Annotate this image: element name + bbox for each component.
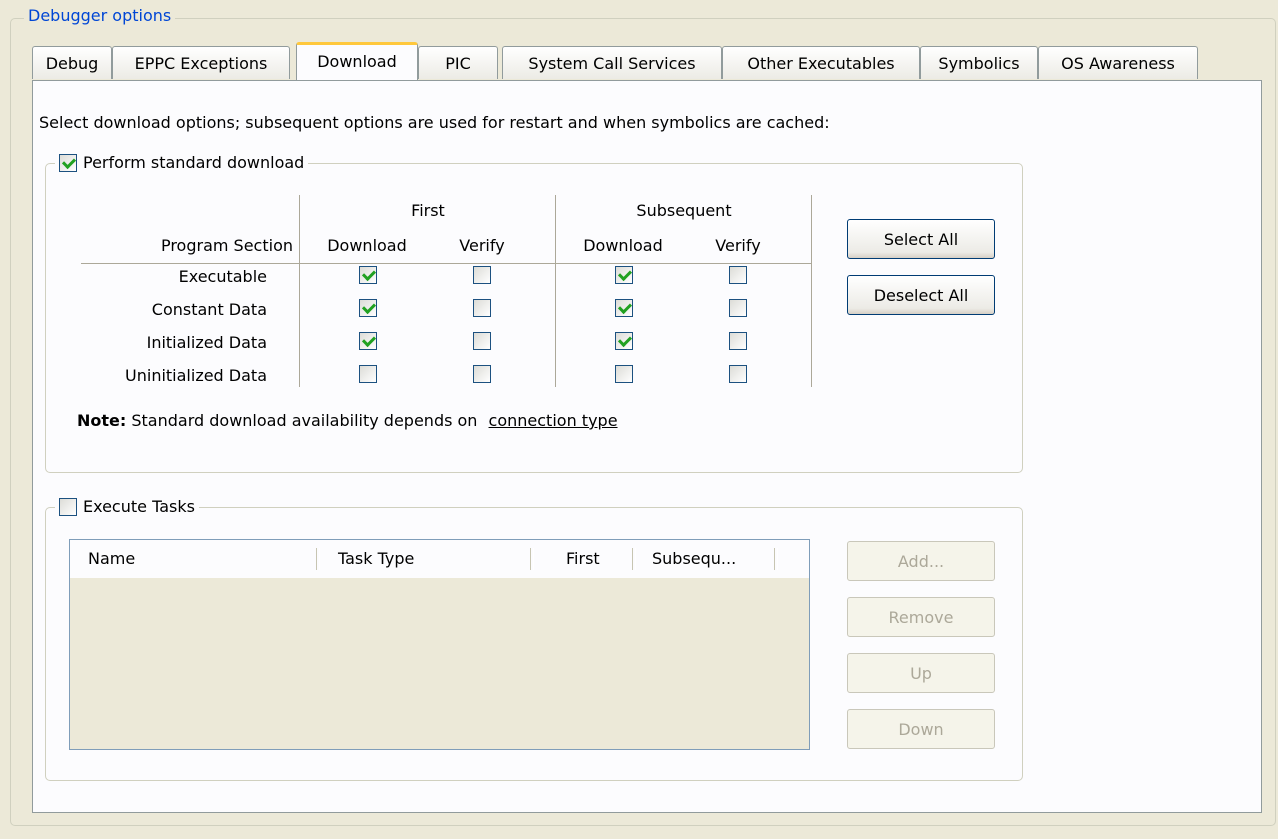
- sub-download-header: Download: [583, 236, 663, 255]
- download-tab-panel: Select download options; subsequent opti…: [32, 80, 1262, 813]
- tab-download[interactable]: Download: [296, 42, 418, 80]
- executable-sub-verify-checkbox[interactable]: [729, 266, 747, 284]
- constant-data-first-download-checkbox[interactable]: [359, 299, 377, 317]
- program-section-header: Program Section: [160, 236, 293, 255]
- add-task-button[interactable]: Add...: [847, 541, 995, 581]
- move-down-button[interactable]: Down: [847, 709, 995, 749]
- column-separator[interactable]: [316, 548, 320, 570]
- executable-first-download-checkbox[interactable]: [359, 266, 377, 284]
- grid-divider: [555, 195, 556, 387]
- deselect-all-button[interactable]: Deselect All: [847, 275, 995, 315]
- tasks-list-header: Name Task Type First Subsequ...: [70, 540, 809, 579]
- uninitialized-data-sub-verify-checkbox[interactable]: [729, 365, 747, 383]
- row-label-executable: Executable: [178, 267, 267, 286]
- grid-divider: [811, 195, 812, 387]
- perform-standard-download-label[interactable]: Perform standard download: [83, 153, 304, 172]
- column-subsequent[interactable]: Subsequ...: [652, 540, 736, 578]
- column-task-type[interactable]: Task Type: [338, 540, 414, 578]
- row-label-initialized-data: Initialized Data: [146, 333, 267, 352]
- tab-other-executables[interactable]: Other Executables: [722, 46, 920, 79]
- column-separator[interactable]: [530, 548, 534, 570]
- column-name[interactable]: Name: [88, 540, 135, 578]
- move-up-button[interactable]: Up: [847, 653, 995, 693]
- remove-task-button[interactable]: Remove: [847, 597, 995, 637]
- column-separator[interactable]: [774, 548, 778, 570]
- execute-tasks-title: Execute Tasks: [55, 497, 199, 516]
- executable-first-verify-checkbox[interactable]: [473, 266, 491, 284]
- constant-data-first-verify-checkbox[interactable]: [473, 299, 491, 317]
- uninitialized-data-sub-download-checkbox[interactable]: [615, 365, 633, 383]
- tab-os-awareness[interactable]: OS Awareness: [1038, 46, 1198, 79]
- execute-tasks-checkbox[interactable]: [59, 497, 77, 516]
- sub-verify-header: Verify: [715, 236, 761, 255]
- tab-system-call-services[interactable]: System Call Services: [502, 46, 722, 79]
- uninitialized-data-first-download-checkbox[interactable]: [359, 365, 377, 383]
- initialized-data-first-verify-checkbox[interactable]: [473, 332, 491, 350]
- row-label-uninitialized-data: Uninitialized Data: [125, 366, 267, 385]
- column-separator[interactable]: [632, 548, 636, 570]
- note-line: Note: Standard download availability dep…: [77, 411, 618, 430]
- constant-data-sub-verify-checkbox[interactable]: [729, 299, 747, 317]
- perform-standard-download-checkbox[interactable]: [59, 153, 77, 172]
- row-label-constant-data: Constant Data: [151, 300, 267, 319]
- select-all-button[interactable]: Select All: [847, 219, 995, 259]
- group-title: Debugger options: [24, 6, 176, 25]
- perform-standard-download-title: Perform standard download: [55, 153, 309, 172]
- subsequent-header: Subsequent: [636, 201, 732, 220]
- column-first[interactable]: First: [566, 540, 600, 578]
- constant-data-sub-download-checkbox[interactable]: [615, 299, 633, 317]
- tab-symbolics[interactable]: Symbolics: [920, 46, 1038, 79]
- tab-eppc-exceptions[interactable]: EPPC Exceptions: [112, 46, 290, 79]
- first-verify-header: Verify: [459, 236, 505, 255]
- tasks-list[interactable]: Name Task Type First Subsequ...: [69, 539, 810, 750]
- connection-type-link[interactable]: connection type: [489, 411, 618, 430]
- tab-pic[interactable]: PIC: [418, 46, 498, 79]
- tab-debug[interactable]: Debug: [32, 46, 112, 79]
- first-header: First: [411, 201, 445, 220]
- execute-tasks-label[interactable]: Execute Tasks: [83, 497, 195, 516]
- first-download-header: Download: [327, 236, 407, 255]
- initialized-data-sub-download-checkbox[interactable]: [615, 332, 633, 350]
- uninitialized-data-first-verify-checkbox[interactable]: [473, 365, 491, 383]
- instructions-text: Select download options; subsequent opti…: [39, 113, 830, 132]
- note-label: Note:: [77, 411, 127, 430]
- note-text: Standard download availability depends o…: [131, 411, 478, 430]
- initialized-data-first-download-checkbox[interactable]: [359, 332, 377, 350]
- initialized-data-sub-verify-checkbox[interactable]: [729, 332, 747, 350]
- grid-header-divider: [81, 263, 812, 264]
- grid-divider: [299, 195, 300, 387]
- executable-sub-download-checkbox[interactable]: [615, 266, 633, 284]
